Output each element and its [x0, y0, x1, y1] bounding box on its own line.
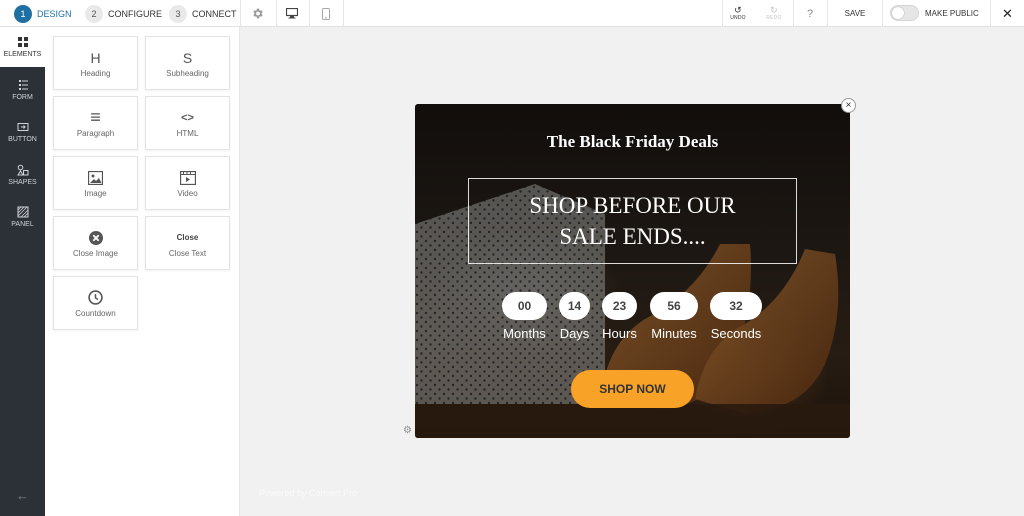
- divider: [309, 0, 310, 27]
- step-label: DESIGN: [37, 8, 72, 19]
- redo-button[interactable]: ↻ REDO: [760, 0, 788, 27]
- rail-label: SHAPES: [8, 179, 37, 186]
- rail-item-elements[interactable]: ELEMENTS: [0, 27, 45, 67]
- undo-label: UNDO: [730, 15, 746, 21]
- countdown-hours-label: Hours: [602, 326, 637, 341]
- divider: [240, 0, 241, 27]
- rail-label: ELEMENTS: [3, 51, 42, 58]
- button-icon: [17, 123, 28, 131]
- popup-banner-box: SHOP BEFORE OUR SALE ENDS....: [468, 178, 797, 264]
- rail-item-button[interactable]: BUTTON: [0, 112, 45, 152]
- heading-icon: H: [90, 49, 101, 66]
- countdown-days-label: Days: [559, 326, 590, 341]
- elements-panel: H Heading S Subheading ≡ Paragraph <> HT…: [45, 27, 240, 516]
- make-public-label: MAKE PUBLIC: [925, 9, 979, 18]
- countdown-months-label: Months: [503, 326, 546, 341]
- tile-label: Subheading: [166, 68, 209, 78]
- divider: [343, 0, 344, 27]
- popup-settings-gear-icon[interactable]: ⚙: [403, 425, 412, 436]
- rail-label: PANEL: [11, 221, 34, 228]
- close-text-icon: Close: [176, 233, 199, 242]
- tile-label: Paragraph: [76, 128, 115, 138]
- redo-label: REDO: [766, 15, 782, 21]
- paragraph-icon: ≡: [90, 107, 101, 127]
- countdown-months-value: 00: [502, 292, 547, 320]
- toggle-knob: [892, 7, 904, 19]
- tile-label: Close Image: [73, 248, 118, 258]
- countdown-days-value: 14: [559, 292, 590, 320]
- top-toolbar: 1 DESIGN 2 CONFIGURE 3 CONNECT ↺ UNDO ↻ …: [0, 0, 1024, 27]
- divider: [793, 0, 794, 27]
- tile-label: HTML: [176, 128, 199, 138]
- popup-title: The Black Friday Deals: [546, 132, 719, 151]
- desktop-icon[interactable]: [280, 0, 304, 27]
- undo-button[interactable]: ↺ UNDO: [724, 0, 752, 27]
- undo-icon: ↺: [734, 5, 742, 15]
- divider: [722, 0, 723, 27]
- close-editor-button[interactable]: ✕: [991, 0, 1024, 27]
- countdown-minutes-label: Minutes: [651, 326, 697, 341]
- gear-icon[interactable]: [245, 0, 269, 27]
- clock-icon: [88, 289, 103, 307]
- countdown-hours-value: 23: [602, 292, 637, 320]
- shop-now-button[interactable]: SHOP NOW: [571, 370, 694, 408]
- tile-label: Countdown: [75, 308, 116, 318]
- rail-item-form[interactable]: FORM: [0, 70, 45, 110]
- tile-countdown[interactable]: Countdown: [53, 276, 138, 330]
- image-icon: [88, 169, 103, 187]
- rail-label: FORM: [12, 94, 33, 101]
- tile-label: Close Text: [168, 248, 207, 258]
- tile-subheading[interactable]: S Subheading: [145, 36, 230, 90]
- countdown-minutes-value: 56: [650, 292, 698, 320]
- save-button[interactable]: SAVE: [828, 0, 882, 27]
- tile-image[interactable]: Image: [53, 156, 138, 210]
- tile-label: Heading: [80, 68, 111, 78]
- divider: [276, 0, 277, 27]
- tile-label: Image: [84, 188, 107, 198]
- rail-item-shapes[interactable]: SHAPES: [0, 155, 45, 195]
- video-icon: [179, 169, 196, 187]
- step-number: 2: [85, 4, 103, 23]
- rail-label: BUTTON: [8, 136, 37, 143]
- tile-video[interactable]: Video: [145, 156, 230, 210]
- step-label: CONFIGURE: [108, 8, 162, 19]
- divider: [882, 0, 883, 27]
- form-icon: [18, 80, 28, 90]
- popup-banner-text: SHOP BEFORE OUR SALE ENDS....: [529, 193, 736, 249]
- tile-heading[interactable]: H Heading: [53, 36, 138, 90]
- tile-close-image[interactable]: Close Image: [53, 216, 138, 270]
- grid-icon: [17, 37, 28, 47]
- subheading-icon: S: [182, 49, 193, 66]
- redo-icon: ↻: [770, 5, 778, 15]
- rail-item-panel[interactable]: PANEL: [0, 197, 45, 237]
- back-arrow-icon[interactable]: ←: [0, 485, 45, 505]
- step-connect[interactable]: 3 CONNECT: [169, 4, 237, 23]
- help-button[interactable]: ?: [797, 0, 823, 27]
- popup-close-icon[interactable]: ×: [841, 98, 856, 113]
- powered-by-text: Powered by Convert Pro: [259, 488, 358, 498]
- popup-preview[interactable]: The Black Friday Deals SHOP BEFORE OUR S…: [415, 104, 850, 438]
- countdown-seconds-label: Seconds: [710, 326, 762, 341]
- step-configure[interactable]: 2 CONFIGURE: [85, 4, 162, 23]
- tile-paragraph[interactable]: ≡ Paragraph: [53, 96, 138, 150]
- countdown-seconds-value: 32: [710, 292, 762, 320]
- step-number: 3: [169, 4, 187, 23]
- panel-icon: [17, 206, 28, 218]
- step-label: CONNECT: [192, 8, 237, 19]
- tile-close-text[interactable]: Close Close Text: [145, 216, 230, 270]
- shapes-icon: [16, 164, 28, 176]
- make-public-toggle[interactable]: [890, 5, 919, 21]
- left-rail: ELEMENTS FORM BUTTON SHAPES PANEL ←: [0, 27, 45, 516]
- tile-label: Video: [177, 188, 198, 198]
- tile-html[interactable]: <> HTML: [145, 96, 230, 150]
- mobile-icon[interactable]: [314, 0, 338, 27]
- step-number: 1: [14, 4, 32, 23]
- close-circle-icon: [88, 229, 103, 247]
- step-design[interactable]: 1 DESIGN: [14, 4, 72, 23]
- code-icon: <>: [181, 111, 194, 124]
